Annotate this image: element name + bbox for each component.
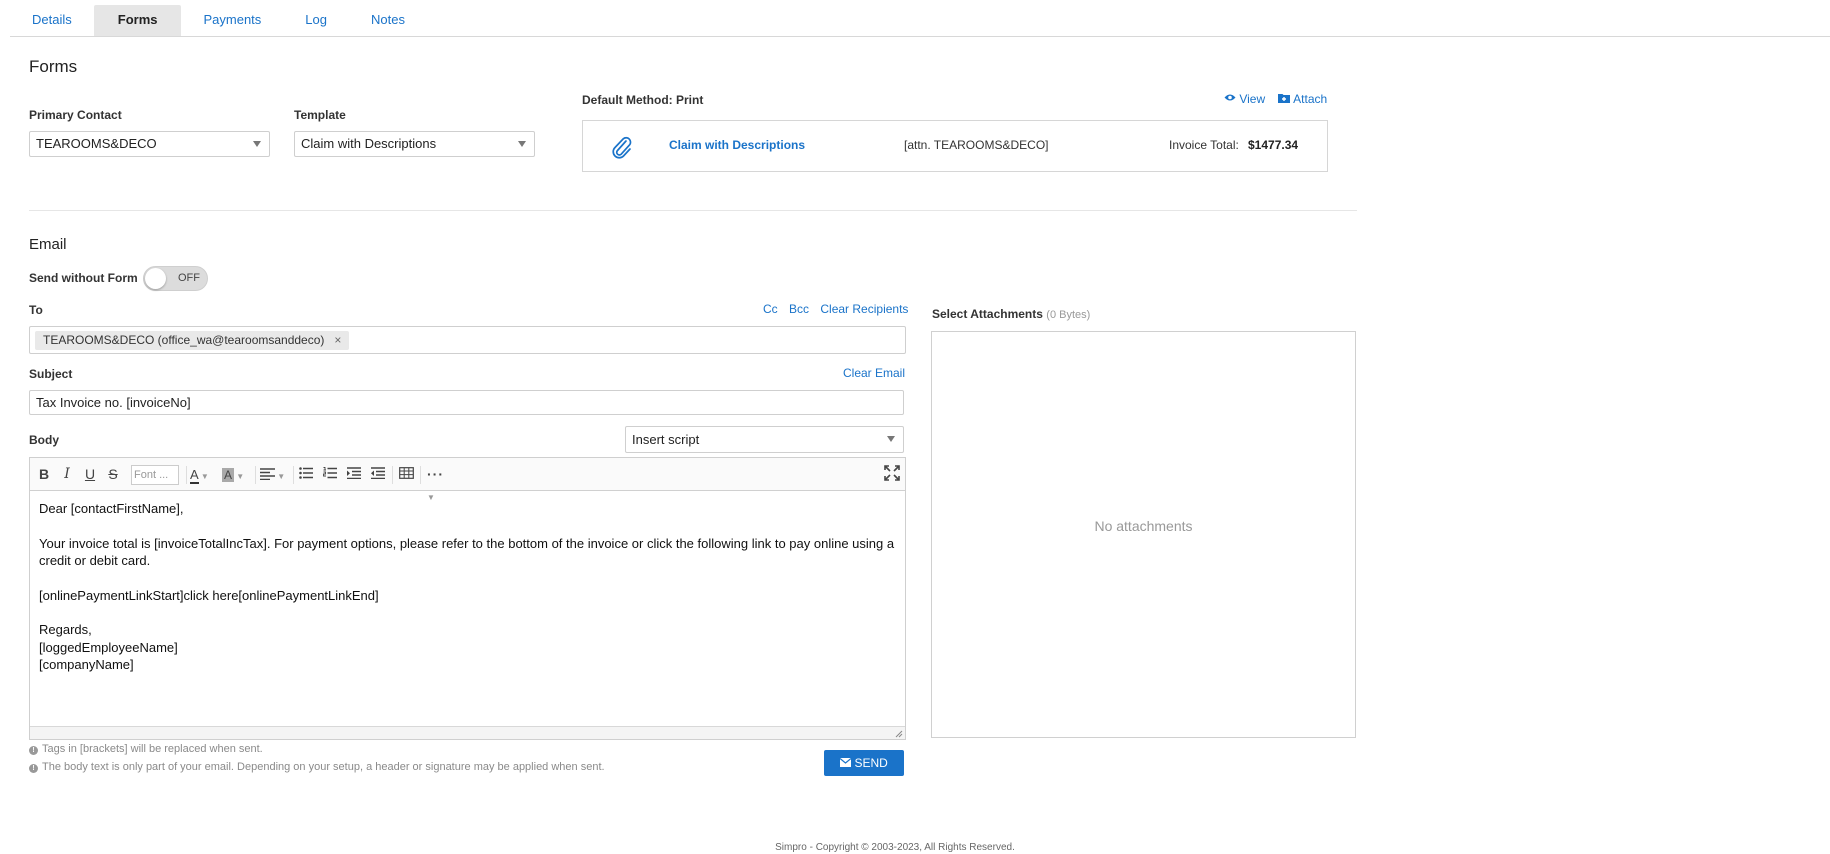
view-link[interactable]: View (1224, 92, 1268, 106)
tab-payments[interactable]: Payments (181, 5, 283, 36)
attachments-label: Select Attachments (932, 307, 1043, 321)
send-label: SEND (854, 756, 888, 770)
bold-icon[interactable]: B (36, 465, 52, 484)
cc-link[interactable]: Cc (763, 302, 778, 316)
template-value: Claim with Descriptions (301, 136, 437, 151)
to-field[interactable]: TEAROOMS&DECO (office_wa@tearoomsanddeco… (29, 326, 906, 354)
align-left-icon[interactable]: ▼ (260, 465, 290, 484)
recipient-chip-label: TEAROOMS&DECO (office_wa@tearoomsanddeco… (43, 333, 325, 347)
underline-icon[interactable]: U (82, 465, 98, 484)
highlight-color-icon[interactable]: A ▼ (222, 465, 250, 484)
tab-bar: Details Forms Payments Log Notes (10, 5, 1830, 37)
body-company: [companyName] (39, 657, 134, 672)
primary-contact-select[interactable]: TEAROOMS&DECO (29, 131, 270, 157)
toolbar-separator (392, 466, 393, 484)
attachments-header: Select Attachments (0 Bytes) (932, 307, 1090, 321)
close-icon[interactable]: × (334, 333, 341, 347)
resize-handle-icon[interactable] (893, 728, 903, 738)
tab-details[interactable]: Details (10, 5, 94, 36)
forms-title: Forms (29, 57, 78, 76)
note-tags-text: Tags in [brackets] will be replaced when… (42, 743, 263, 755)
invoice-total-label: Invoice Total: (1169, 138, 1239, 152)
more-options-icon[interactable]: ··· ▼ (427, 465, 455, 502)
chevron-down-icon (518, 141, 526, 147)
outdent-icon[interactable] (370, 465, 386, 484)
folder-plus-icon (1278, 94, 1291, 103)
invoice-form-card: Claim with Descriptions [attn. TEAROOMS&… (582, 120, 1328, 172)
chevron-down-icon (887, 436, 895, 442)
recipient-actions: Cc Bcc Clear Recipients (763, 302, 908, 316)
toolbar-separator (255, 466, 256, 484)
section-divider (29, 210, 1357, 211)
font-family-select[interactable]: Font ... (131, 465, 179, 485)
note-body-text: ! The body text is only part of your emai… (29, 761, 605, 773)
send-without-form-label: Send without Form (29, 271, 138, 285)
toggle-knob (145, 268, 166, 289)
eye-icon (1224, 94, 1236, 101)
clear-recipients-link[interactable]: Clear Recipients (820, 302, 908, 316)
font-family-placeholder: Font ... (134, 469, 169, 481)
email-title: Email (29, 236, 67, 253)
primary-contact-value: TEAROOMS&DECO (36, 136, 157, 151)
toolbar-separator (293, 466, 294, 484)
tab-forms[interactable]: Forms (93, 5, 182, 36)
subject-label: Subject (29, 367, 73, 381)
invoice-attn: [attn. TEAROOMS&DECO] (904, 138, 1049, 152)
send-without-form-toggle[interactable]: OFF (143, 266, 208, 291)
template-select[interactable]: Claim with Descriptions (294, 131, 535, 157)
attachments-panel[interactable]: No attachments (931, 331, 1356, 738)
text-color-icon[interactable]: A ▼ (190, 465, 218, 484)
tab-log[interactable]: Log (283, 5, 349, 36)
envelope-icon (839, 758, 852, 767)
fullscreen-icon[interactable] (883, 465, 901, 484)
body-greeting: Dear [contactFirstName], (39, 501, 184, 516)
strikethrough-icon[interactable]: S (105, 465, 121, 484)
tab-notes[interactable]: Notes (349, 5, 427, 36)
body-regards: Regards, (39, 622, 92, 637)
insert-script-value: Insert script (632, 432, 700, 447)
editor-toolbar: B I U S Font ... A ▼ A ▼ ▼ ··· ▼ (30, 458, 905, 502)
toggle-state: OFF (178, 272, 200, 284)
indent-icon[interactable] (346, 465, 362, 484)
body-employee: [loggedEmployeeName] (39, 639, 178, 655)
bullet-list-icon[interactable] (298, 465, 314, 484)
numbered-list-icon[interactable] (322, 465, 338, 484)
to-label: To (29, 303, 43, 317)
body-content[interactable]: Dear [contactFirstName], Your invoice to… (30, 492, 905, 728)
chevron-down-icon (253, 141, 261, 147)
template-label: Template (294, 108, 346, 122)
send-button[interactable]: SEND (824, 750, 904, 776)
form-actions: View Attach (1224, 92, 1327, 106)
attach-label: Attach (1293, 92, 1328, 106)
invoice-form-link[interactable]: Claim with Descriptions (669, 138, 805, 152)
paperclip-icon (612, 136, 632, 159)
body-editor: B I U S Font ... A ▼ A ▼ ▼ ··· ▼ Dear [c… (29, 457, 906, 740)
view-label: View (1239, 92, 1266, 106)
clear-email-link[interactable]: Clear Email (843, 366, 905, 380)
body-label: Body (29, 433, 59, 447)
bcc-link[interactable]: Bcc (789, 302, 809, 316)
attach-link[interactable]: Attach (1278, 92, 1327, 106)
info-icon: ! (29, 746, 38, 755)
toolbar-separator (420, 466, 421, 484)
no-attachments-text: No attachments (1094, 518, 1193, 534)
table-icon[interactable] (397, 465, 415, 484)
recipient-chip: TEAROOMS&DECO (office_wa@tearoomsanddeco… (35, 331, 350, 350)
insert-script-select[interactable]: Insert script (625, 426, 904, 453)
info-icon: ! (29, 764, 38, 773)
attachments-size: (0 Bytes) (1046, 309, 1091, 321)
default-method-label: Default Method: Print (582, 93, 704, 107)
body-payment-link: [onlinePaymentLinkStart]click here[onlin… (39, 587, 379, 603)
note-body-text-label: The body text is only part of your email… (42, 761, 605, 773)
invoice-total-value: $1477.34 (1248, 138, 1299, 152)
italic-icon[interactable]: I (59, 465, 75, 484)
subject-input[interactable]: Tax Invoice no. [invoiceNo] (29, 390, 904, 415)
editor-statusbar (30, 726, 905, 739)
body-paragraph: Your invoice total is [invoiceTotalIncTa… (39, 535, 895, 569)
note-tags: ! Tags in [brackets] will be replaced whe… (29, 743, 263, 755)
toolbar-separator (186, 466, 187, 484)
footer-copyright: Simpro - Copyright © 2003-2023, All Righ… (775, 842, 1015, 853)
primary-contact-label: Primary Contact (29, 108, 122, 122)
